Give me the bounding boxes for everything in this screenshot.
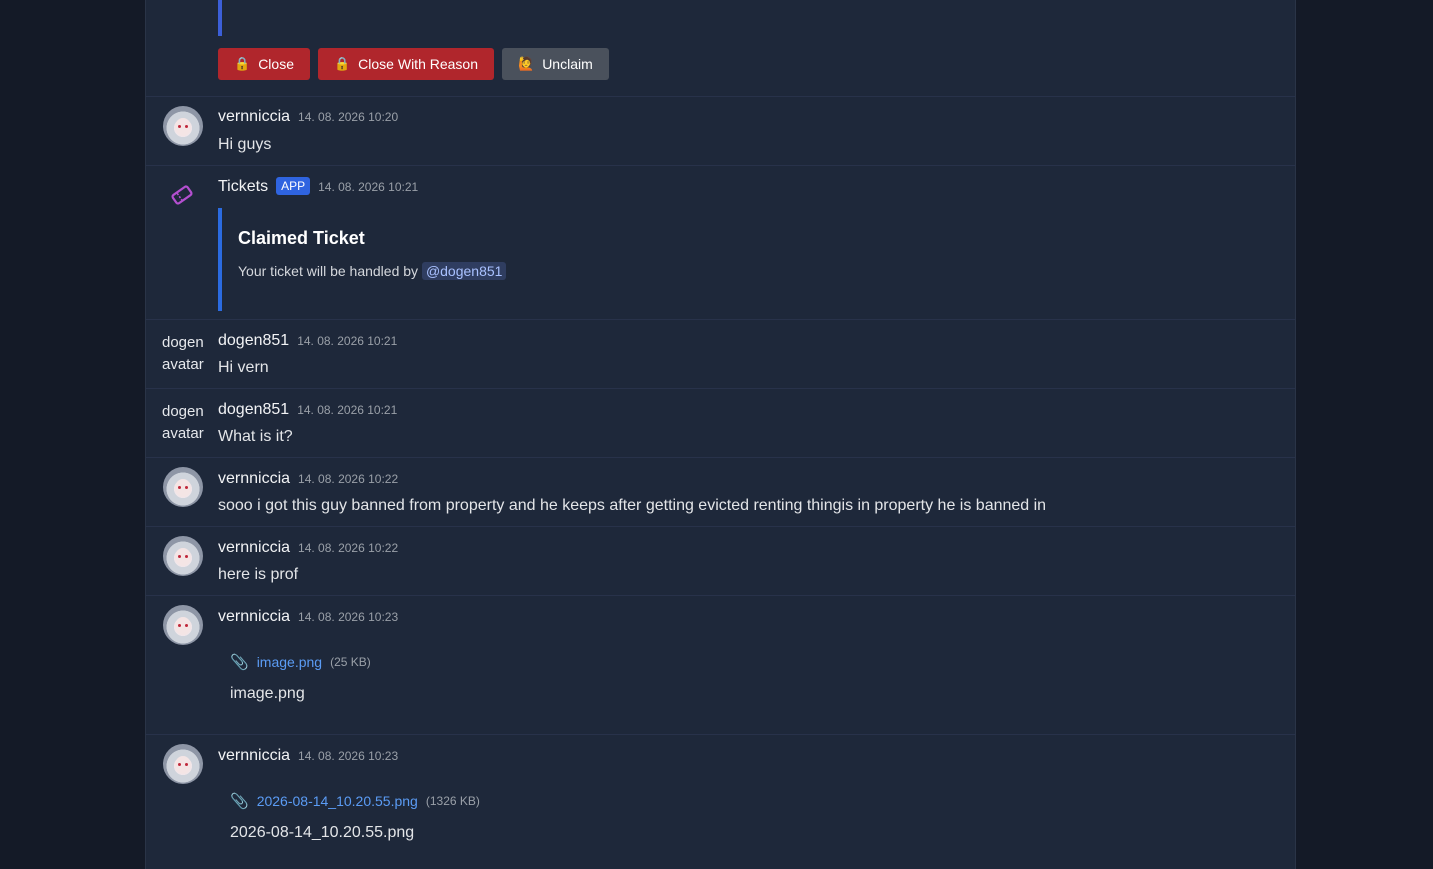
- unclaim-button[interactable]: 🙋 Unclaim: [502, 48, 609, 80]
- username[interactable]: vernniccia: [218, 747, 290, 765]
- timestamp: 14. 08. 2026 10:22: [298, 472, 399, 486]
- avatar[interactable]: [163, 744, 203, 784]
- username[interactable]: dogen851: [218, 332, 289, 350]
- message-text: Hi vern: [218, 359, 269, 376]
- message-text: What is it?: [218, 428, 293, 445]
- avatar[interactable]: [163, 605, 203, 645]
- attachment-size: (1326 KB): [425, 794, 480, 808]
- message-header: vernniccia 14. 08. 2026 10:23: [218, 608, 398, 626]
- close-button-label: Close: [258, 56, 294, 72]
- avatar[interactable]: [163, 467, 203, 507]
- username[interactable]: Tickets: [218, 178, 268, 196]
- close-with-reason-button[interactable]: 🔒 Close With Reason: [317, 48, 494, 80]
- attachment: 📎 image.png (25 KB): [230, 653, 371, 671]
- attachment-link[interactable]: image.png: [257, 654, 322, 670]
- timestamp: 14. 08. 2026 10:22: [298, 541, 399, 555]
- transcript-panel: 🔒 Close 🔒 Close With Reason 🙋 Unclaim ve…: [145, 0, 1296, 869]
- message-header: Tickets APP 14. 08. 2026 10:21: [218, 177, 419, 196]
- message-header: dogen851 14. 08. 2026 10:21: [218, 401, 397, 419]
- timestamp: 14. 08. 2026 10:20: [298, 110, 399, 124]
- avatar-broken-image[interactable]: dogen851 avatar: [162, 401, 204, 441]
- message-header: vernniccia 14. 08. 2026 10:22: [218, 539, 398, 557]
- attachment-caption: 2026-08-14_10.20.55.png: [230, 824, 415, 841]
- username[interactable]: vernniccia: [218, 539, 290, 557]
- username[interactable]: vernniccia: [218, 608, 290, 626]
- ticket-icon[interactable]: [170, 183, 194, 207]
- message-header: vernniccia 14. 08. 2026 10:20: [218, 108, 398, 126]
- message: vernniccia 14. 08. 2026 10:22 sooo i got…: [146, 457, 1295, 526]
- paperclip-icon: 📎: [230, 793, 249, 810]
- username[interactable]: dogen851: [218, 401, 289, 419]
- timestamp: 14. 08. 2026 10:21: [318, 180, 419, 194]
- message-header: vernniccia 14. 08. 2026 10:22: [218, 470, 398, 488]
- attachment-link[interactable]: 2026-08-14_10.20.55.png: [257, 793, 418, 809]
- embed-description-text: Your ticket will be handled by: [238, 263, 419, 279]
- timestamp: 14. 08. 2026 10:21: [297, 334, 398, 348]
- username[interactable]: vernniccia: [218, 470, 290, 488]
- attachment-size: (25 KB): [330, 655, 371, 669]
- message: vernniccia 14. 08. 2026 10:20 Hi guys: [146, 96, 1295, 165]
- app-badge: APP: [276, 177, 311, 195]
- claimed-ticket-embed: Claimed Ticket Your ticket will be handl…: [218, 208, 518, 311]
- person-icon: 🙋: [518, 56, 535, 71]
- message: vernniccia 14. 08. 2026 10:22 here is pr…: [146, 526, 1295, 595]
- message-text: Hi guys: [218, 136, 272, 153]
- username[interactable]: vernniccia: [218, 108, 290, 126]
- avatar[interactable]: [163, 106, 203, 146]
- message-header: vernniccia 14. 08. 2026 10:23: [218, 747, 398, 765]
- message: dogen851 avatar dogen851 14. 08. 2026 10…: [146, 388, 1295, 457]
- message: vernniccia 14. 08. 2026 10:23 📎 2026-08-…: [146, 734, 1295, 869]
- message: dogen851 avatar dogen851 14. 08. 2026 10…: [146, 319, 1295, 388]
- lock-icon: 🔒: [234, 56, 251, 71]
- avatar-broken-image[interactable]: dogen851 avatar: [162, 332, 204, 372]
- close-button[interactable]: 🔒 Close: [218, 48, 310, 80]
- message-text: here is prof: [218, 566, 299, 583]
- unclaim-label: Unclaim: [542, 56, 593, 72]
- embed-title: Claimed Ticket: [238, 228, 365, 248]
- embed-description: Your ticket will be handled by @dogen851: [238, 262, 507, 280]
- close-with-reason-label: Close With Reason: [358, 56, 478, 72]
- paperclip-icon: 📎: [230, 654, 249, 671]
- timestamp: 14. 08. 2026 10:21: [297, 403, 398, 417]
- timestamp: 14. 08. 2026 10:23: [298, 610, 399, 624]
- message: vernniccia 14. 08. 2026 10:23 📎 image.pn…: [146, 595, 1295, 734]
- timestamp: 14. 08. 2026 10:23: [298, 749, 399, 763]
- ticket-action-buttons: 🔒 Close 🔒 Close With Reason 🙋 Unclaim: [218, 48, 609, 80]
- message-text: sooo i got this guy banned from property…: [218, 497, 1047, 514]
- avatar[interactable]: [163, 536, 203, 576]
- user-mention[interactable]: @dogen851: [421, 262, 507, 280]
- embed-accent-bar: [218, 0, 222, 36]
- message-header: dogen851 14. 08. 2026 10:21: [218, 332, 397, 350]
- lock-icon: 🔒: [333, 56, 351, 71]
- attachment: 📎 2026-08-14_10.20.55.png (1326 KB): [230, 792, 480, 810]
- attachment-caption: image.png: [230, 685, 305, 702]
